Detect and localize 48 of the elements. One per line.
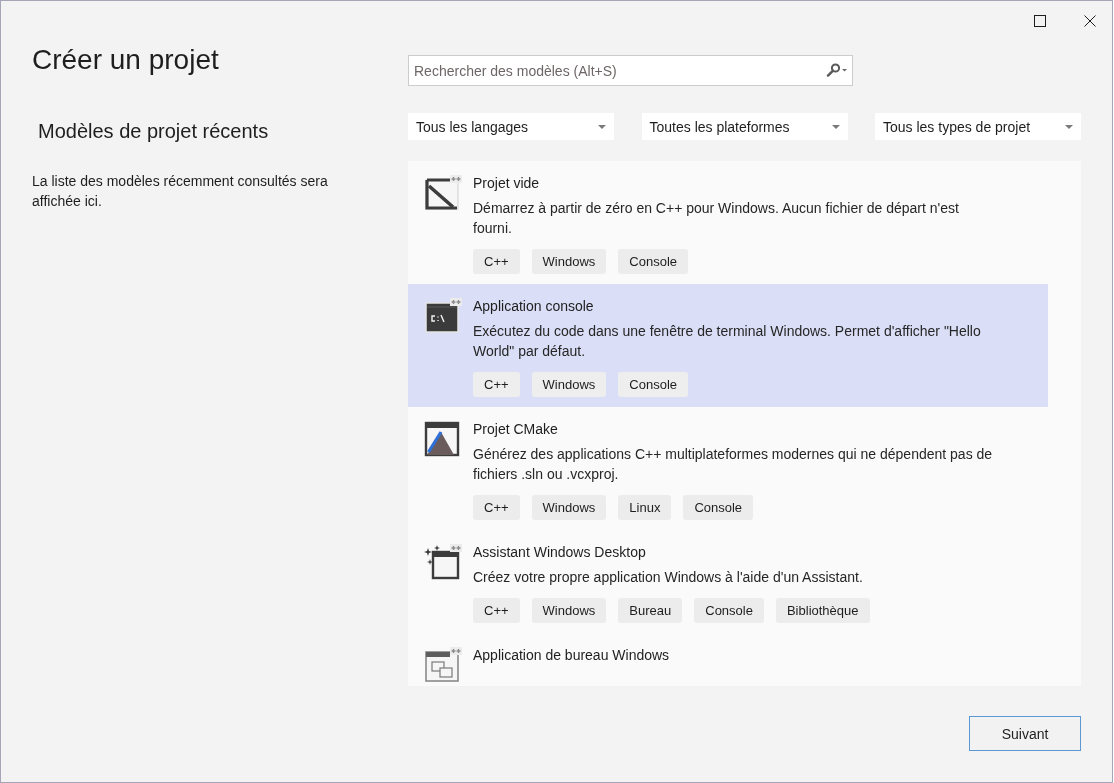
triangle-window-icon <box>424 421 462 457</box>
template-title: Application de bureau Windows <box>473 646 670 664</box>
template-title: Projet vide <box>473 174 540 192</box>
tag: C++ <box>473 598 520 623</box>
filter-dropdown[interactable]: Tous les langages <box>408 113 614 140</box>
template-description: Générez des applications C++ multiplateformes modernes qui ne dépendent pas de fichiers .sln ou .vcxproj. <box>473 445 994 484</box>
template-item[interactable]: Application console Exécutez du code dans une fenêtre de terminal Windows. Permet d'afficher "Hello World" par défaut. C++ Windows Console <box>408 284 1048 407</box>
search-field[interactable]: Rechercher des modèles (Alt+S) <box>408 55 853 86</box>
template-title: Application console <box>473 297 594 315</box>
caret-icon <box>831 124 840 129</box>
sparkle-window-icon <box>424 544 462 580</box>
tag: Windows <box>531 372 607 397</box>
tag: Console <box>683 495 754 520</box>
tag: Console <box>618 372 689 397</box>
template-description: Démarrez à partir de zéro en C++ pour Windows. Aucun fichier de départ n'est fourni. <box>473 199 960 238</box>
maximize-icon[interactable] <box>1034 15 1046 27</box>
caret-icon <box>1065 124 1073 129</box>
console-window-icon <box>424 298 462 334</box>
template-description: Exécutez du code dans une fenêtre de terminal Windows. Permet d'afficher "Hello World" par défaut. <box>473 322 982 361</box>
search-icon[interactable] <box>826 63 848 77</box>
empty-message: La liste des modèles récemment consultés sera affichée ici. <box>32 172 329 211</box>
filter-dropdown[interactable]: Tous les types de projet <box>875 113 1081 140</box>
template-item[interactable]: Projet vide Démarrez à partir de zéro en C++ pour Windows. Aucun fichier de départ n'est fourni. C++ Windows Console <box>408 161 1048 284</box>
template-title: Assistant Windows Desktop <box>473 543 646 561</box>
stacked-windows-icon <box>424 647 462 683</box>
tag: Windows <box>531 495 607 520</box>
template-item[interactable]: Assistant Windows Desktop Créez votre propre application Windows à l'aide d'un Assistant. C++ Windows Bureau Console Bibliothèque <box>408 530 1048 633</box>
dialog-title: Créer un projet <box>32 43 219 77</box>
template-title: Projet CMake <box>473 420 558 438</box>
tag: Console <box>694 598 764 623</box>
tag: Linux <box>618 495 672 520</box>
filter-dropdown[interactable]: Toutes les plateformes <box>641 113 848 140</box>
next-button[interactable]: Suivant <box>969 716 1081 751</box>
tag: Bureau <box>618 598 683 623</box>
tag: Bibliothèque <box>775 598 870 623</box>
close-icon[interactable] <box>1084 15 1096 27</box>
template-description: Créez votre propre application Windows à l'aide d'un Assistant. <box>473 568 864 587</box>
section-title: Modèles de projet récents <box>38 119 269 144</box>
tag: C++ <box>473 249 520 274</box>
tag: Console <box>618 249 689 274</box>
template-item[interactable]: Application de bureau Windows <box>408 633 1048 686</box>
tag: C++ <box>473 372 520 397</box>
tag: C++ <box>473 495 520 520</box>
tag: Windows <box>531 249 607 274</box>
empty-window-icon <box>424 175 462 211</box>
tag: Windows <box>531 598 607 623</box>
caret-icon <box>598 124 606 129</box>
template-item[interactable]: Projet CMake Générez des applications C++ multiplateformes modernes qui ne dépendent pas de fichiers .sln ou .vcxproj. C++ Windows Linux Console <box>408 407 1048 530</box>
